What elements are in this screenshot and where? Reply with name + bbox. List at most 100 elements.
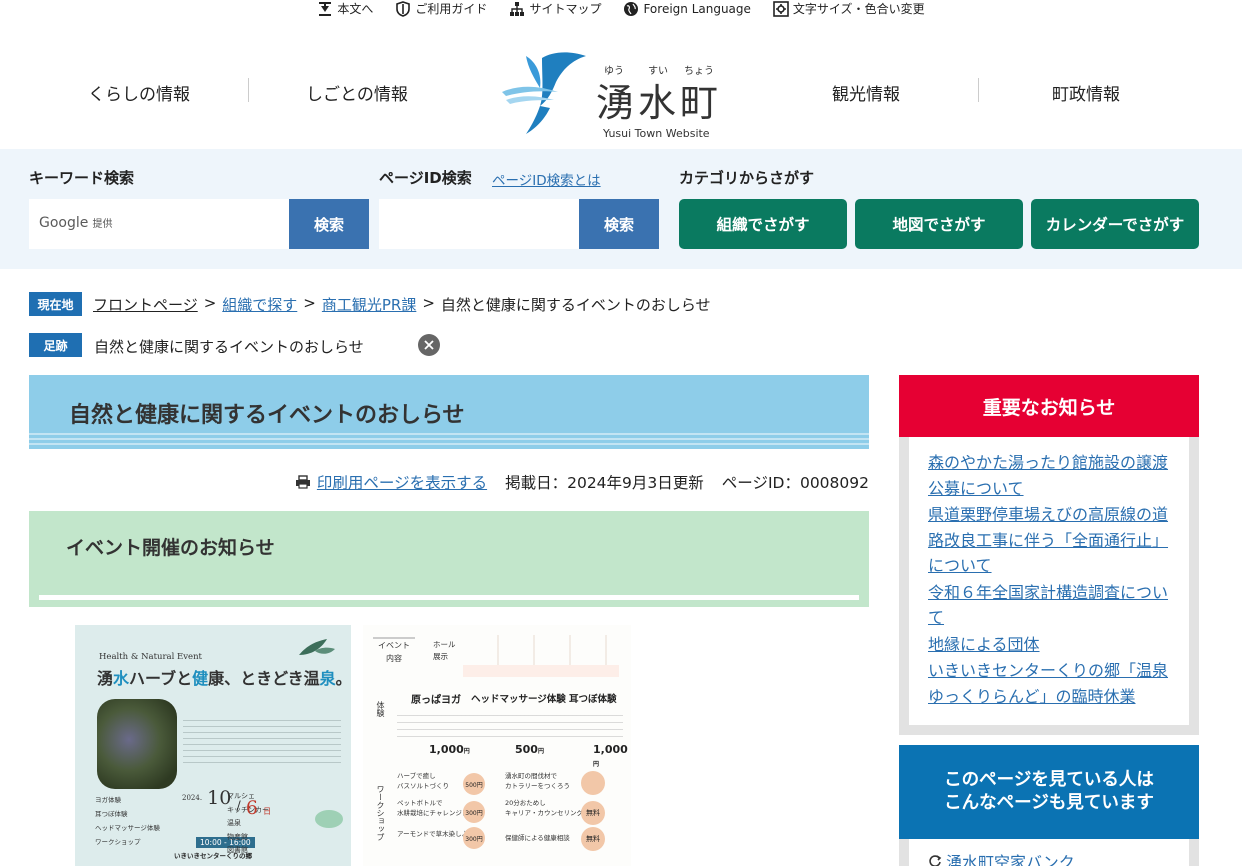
nav-divider xyxy=(248,78,249,102)
poster2-price2: 500円 xyxy=(515,743,544,756)
poster-body-text xyxy=(183,715,341,765)
important-notices-panel: 森のやかた湯ったり館施設の譲渡公募について 県道栗野停車場えびの高原線の道路改良… xyxy=(899,375,1199,735)
foreign-label: Foreign Language xyxy=(643,2,751,16)
poster2-taiken-label: 体験 xyxy=(376,701,385,717)
poster-green-dot xyxy=(315,810,343,828)
poster2-event-tag: イベント 内容 xyxy=(373,637,415,677)
notice-link[interactable]: 地縁による団体 xyxy=(928,632,1173,658)
poster2-price3: 1,000円 xyxy=(593,743,628,768)
breadcrumb-separator: > xyxy=(203,294,217,312)
bird-logo-icon xyxy=(502,52,586,134)
poster2-badge-300: 300円 xyxy=(463,801,485,823)
related-pages-body: 湧水町空家バンク xyxy=(909,839,1189,866)
footprint-item[interactable]: 自然と健康に関するイベントのおしらせ xyxy=(94,336,364,357)
refresh-icon xyxy=(929,855,942,866)
guide-label: ご利用ガイド xyxy=(415,2,488,16)
nav-divider xyxy=(978,78,979,102)
poster2-badge-300: 300円 xyxy=(463,827,485,849)
font-size-color-link[interactable]: 文字サイズ・色合い変更 xyxy=(773,0,925,18)
search-by-calendar-button[interactable]: カレンダーでさがす xyxy=(1031,199,1199,249)
gear-icon xyxy=(773,1,789,17)
poster2-notice-line xyxy=(463,665,619,677)
poster-title: 湧水ハーブと健康、ときどき温泉。 xyxy=(97,669,351,688)
current-location-tag: 現在地 xyxy=(29,292,82,316)
pageid-search-button[interactable]: 検索 xyxy=(579,199,659,249)
poster2-head: ヘッドマッサージ体験 xyxy=(471,694,566,705)
print-page-link[interactable]: 印刷用ページを表示する xyxy=(295,471,487,493)
title-stripe xyxy=(29,443,869,445)
poster2-w1: ハーブで癒し バスソルトづくり xyxy=(397,772,449,790)
poster2-w2: ペットボトルで 水耕栽培にチャレンジ！ xyxy=(397,799,469,817)
shield-icon xyxy=(396,1,411,17)
search-section: キーワード検索 Google 提供 検索 ページID検索 ページID検索とは 検… xyxy=(0,149,1242,269)
breadcrumb-front-link[interactable]: フロントページ xyxy=(93,294,198,315)
breadcrumb-dept-link[interactable]: 商工観光PR課 xyxy=(322,294,416,315)
important-notices-title: 重要なお知らせ xyxy=(899,375,1199,437)
pageid-search-input[interactable] xyxy=(379,199,579,249)
breadcrumb-org-link[interactable]: 組織で探す xyxy=(222,294,297,315)
notice-link[interactable]: 県道栗野停車場えびの高原線の道路改良工事に伴う「全面通行止」について xyxy=(928,502,1173,579)
poster2-price1: 1,000円 xyxy=(429,743,470,756)
arrow-down-icon xyxy=(319,2,332,16)
notice-link[interactable]: 令和６年全国家計構造調査について xyxy=(928,580,1173,631)
fontsize-label: 文字サイズ・色合い変更 xyxy=(792,2,925,16)
sitemap-link[interactable]: サイトマップ xyxy=(509,0,601,18)
footprint-tag: 足跡 xyxy=(29,333,82,357)
site-header: くらしの情報 しごとの情報 観光情報 町政情報 ゆう すい ちょう 湧水町 Yu… xyxy=(0,30,1242,148)
related-page-link[interactable]: 湧水町空家バンク xyxy=(928,849,1075,866)
nav-kanko[interactable]: 観光情報 xyxy=(832,80,900,105)
poster2-badge-500: 500円 xyxy=(463,773,485,795)
globe-icon xyxy=(624,2,639,16)
keyword-search-label: キーワード検索 xyxy=(29,169,135,187)
breadcrumb-separator: > xyxy=(422,294,435,312)
pageid-search-label: ページID検索 xyxy=(379,169,472,187)
poster2-ear: 耳つぼ体験 xyxy=(569,694,617,705)
sitemap-label: サイトマップ xyxy=(529,2,602,16)
utility-bar: 本文へ ご利用ガイド サイトマップ Foreign Language 文字サイズ… xyxy=(0,0,1242,18)
notice-link[interactable]: 森のやかた湯ったり館施設の譲渡公募について xyxy=(928,450,1173,501)
footprint-close-button[interactable] xyxy=(418,334,440,356)
poster-herb-photo xyxy=(97,699,177,789)
nav-kurashi[interactable]: くらしの情報 xyxy=(88,80,190,105)
foreign-language-link[interactable]: Foreign Language xyxy=(623,0,751,18)
skip-to-content-link[interactable]: 本文へ xyxy=(317,0,373,18)
close-icon xyxy=(424,340,434,350)
logo-title: 湧水町 xyxy=(596,81,723,125)
page-title-banner: 自然と健康に関するイベントのおしらせ xyxy=(29,375,869,449)
breadcrumb-current: 自然と健康に関するイベントのおしらせ xyxy=(440,296,711,314)
logo-subtitle: Yusui Town Website xyxy=(603,127,710,140)
skip-label: 本文へ xyxy=(337,2,374,16)
usage-guide-link[interactable]: ご利用ガイド xyxy=(395,0,487,18)
nav-shigoto[interactable]: しごとの情報 xyxy=(306,80,408,105)
search-by-organization-button[interactable]: 組織でさがす xyxy=(679,199,847,249)
title-stripe xyxy=(29,438,869,440)
poster2-w5: 20分おためし キャリア・カウンセリング xyxy=(505,799,583,817)
poster2-w4: 湧水町の間伐材で カトラリーをつくろう xyxy=(505,772,570,790)
page-id: ページID：0008092 xyxy=(721,474,869,492)
keyword-search-input[interactable]: Google 提供 xyxy=(29,199,289,249)
pageid-help-link[interactable]: ページID検索とは xyxy=(492,169,601,189)
poster2-hall-tag: ホール 展示 xyxy=(433,640,456,661)
breadcrumb: フロントページ > 組織で探す > 商工観光PR課 > 自然と健康に関するイベン… xyxy=(93,294,711,315)
search-by-map-button[interactable]: 地図でさがす xyxy=(855,199,1023,249)
poster2-w6: 保健師による健康相談 xyxy=(505,834,570,842)
notice-link[interactable]: いきいきセンターくりの郷「温泉ゆっくりらんど」の臨時休業 xyxy=(928,658,1173,709)
category-search-label: カテゴリからさがす xyxy=(679,169,815,187)
poster2-ws-label: ワークショップ xyxy=(376,785,385,841)
google-provided-mark: Google 提供 xyxy=(39,215,113,231)
poster2-desc xyxy=(397,709,623,739)
event-poster-front[interactable]: Health & Natural Event 湧水ハーブと健康、ときどき温泉。 … xyxy=(75,625,351,866)
section-underline xyxy=(39,595,859,600)
keyword-search-button[interactable]: 検索 xyxy=(289,199,369,249)
poster-en-title: Health & Natural Event xyxy=(99,652,202,662)
site-logo[interactable]: ゆう すい ちょう 湧水町 Yusui Town Website xyxy=(500,44,730,140)
sitemap-icon xyxy=(510,2,525,16)
poster-facility-list: マルシェ キッチンカー 温泉 物産館 図書館 xyxy=(227,792,269,854)
related-pages-panel: このページを見ている人は こんなページも見ています 湧水町空家バンク xyxy=(899,745,1199,866)
printer-icon xyxy=(295,475,310,489)
breadcrumb-separator: > xyxy=(303,294,316,312)
section-title: イベント開催のお知らせ xyxy=(66,537,275,559)
nav-chosei[interactable]: 町政情報 xyxy=(1052,80,1120,105)
print-label: 印刷用ページを表示する xyxy=(316,474,488,492)
event-poster-back[interactable]: イベント 内容 ホール 展示 体験 原っぱヨガ ヘッドマッサージ体験 耳つぼ体験… xyxy=(363,625,631,866)
